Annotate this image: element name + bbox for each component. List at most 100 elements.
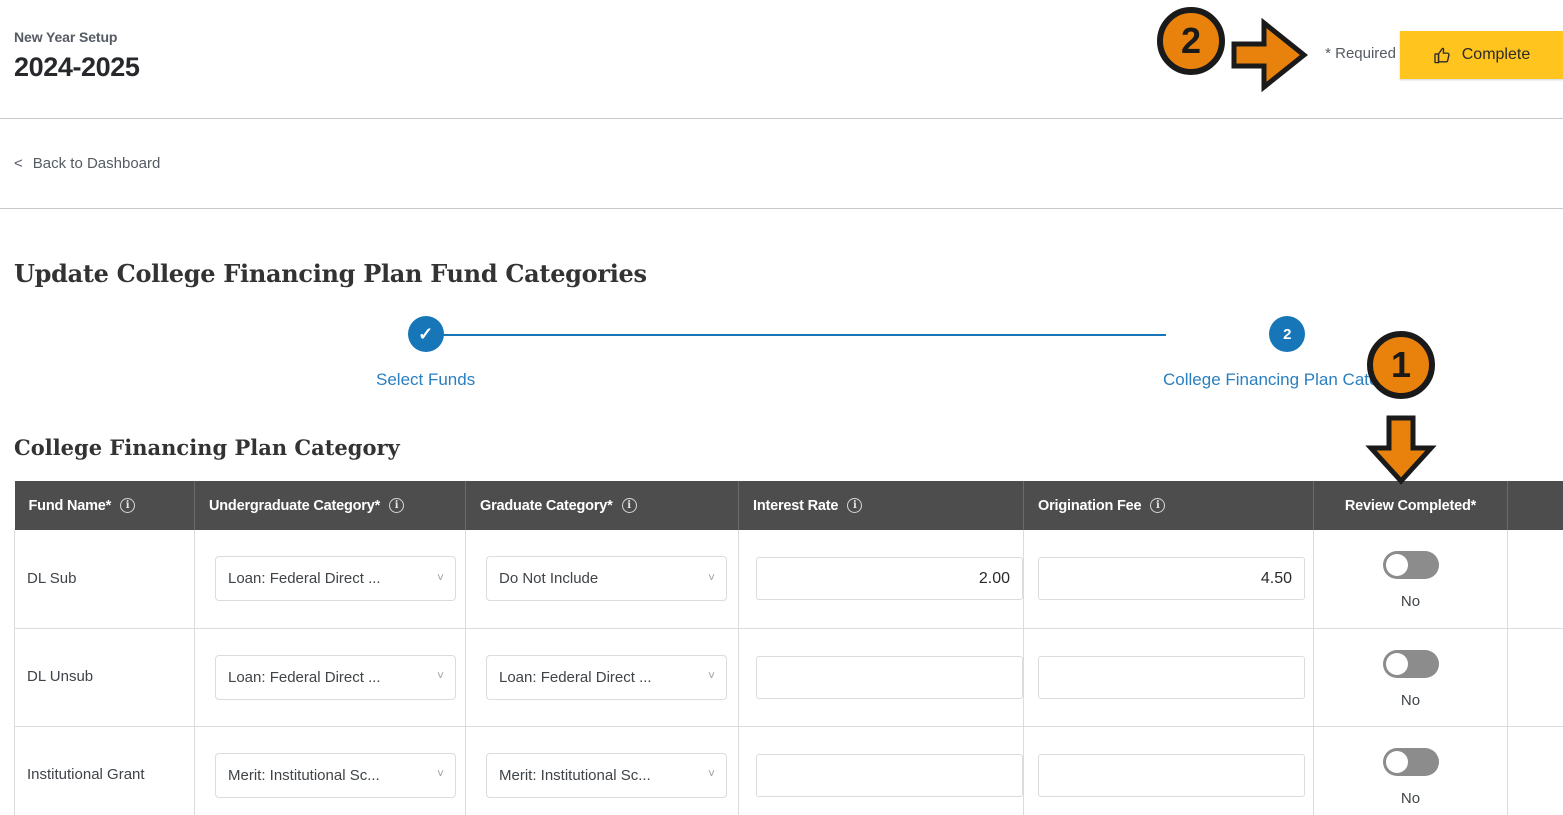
cell-graduate-category: Merit: Institutional Sc... ˅ — [465, 726, 739, 815]
toggle-knob — [1385, 750, 1408, 773]
info-icon[interactable]: i — [621, 498, 637, 513]
annotation-number-2: 2 — [1157, 7, 1225, 75]
cell-origination-fee — [1023, 628, 1314, 727]
info-icon[interactable]: i — [389, 498, 405, 513]
top-header: New Year Setup 2024-2025 * Required Comp… — [0, 0, 1563, 119]
graduate-category-value: Do Not Include — [499, 570, 599, 588]
cell-undergraduate-category: Loan: Federal Direct ... ˅ — [194, 530, 466, 629]
annotation-marker-2: 2 — [1157, 7, 1225, 75]
column-header-fund-name-label: Fund Name* — [28, 497, 112, 514]
column-header-interest-rate-label: Interest Rate — [753, 497, 839, 514]
info-icon[interactable]: i — [120, 498, 136, 513]
chevron-down-icon: ˅ — [707, 668, 715, 683]
graduate-category-value: Merit: Institutional Sc... — [499, 766, 651, 784]
fund-category-table-wrapper: Fund Name* i Undergraduate Category* i G… — [14, 481, 1563, 815]
column-header-interest-rate[interactable]: Interest Rate i — [738, 481, 1024, 530]
cell-graduate-category: Do Not Include ˅ — [465, 530, 739, 629]
origination-fee-input[interactable]: 4.50 — [1038, 557, 1305, 601]
toggle-knob — [1385, 652, 1408, 675]
review-completed-toggle[interactable] — [1382, 747, 1439, 776]
chevron-down-icon: ˅ — [707, 570, 715, 585]
cell-origination-fee: 4.50 — [1023, 530, 1314, 629]
column-header-graduate-category[interactable]: Graduate Category* i — [465, 481, 739, 530]
cell-review-completed: No — [1313, 628, 1508, 727]
cell-graduate-category: Loan: Federal Direct ... ˅ — [465, 628, 739, 727]
column-header-origination-fee-label: Origination Fee — [1038, 497, 1142, 514]
table-row: DL Unsub Loan: Federal Direct ... ˅ Loan… — [14, 628, 1563, 727]
column-header-actions — [1507, 481, 1563, 530]
cell-review-completed: No — [1313, 726, 1508, 815]
stepper-step-1-circle[interactable]: ✓ — [407, 316, 444, 352]
origination-fee-input[interactable] — [1038, 655, 1305, 699]
cell-interest-rate: 2.00 — [738, 530, 1024, 629]
origination-fee-value: 4.50 — [1260, 569, 1292, 587]
undergraduate-category-select[interactable]: Merit: Institutional Sc... ˅ — [215, 752, 456, 798]
review-completed-value: No — [1400, 593, 1421, 611]
toggle-knob — [1385, 554, 1408, 577]
fund-name-value: Institutional Grant — [27, 766, 145, 783]
graduate-category-select[interactable]: Do Not Include ˅ — [486, 556, 727, 602]
annotation-arrow-right-2 — [1230, 17, 1310, 98]
section-heading: College Financing Plan Category — [14, 435, 400, 461]
column-header-fund-name[interactable]: Fund Name* i — [14, 481, 195, 530]
award-year-value: 2024-2025 — [14, 52, 140, 82]
fund-name-value: DL Unsub — [27, 668, 94, 685]
cell-undergraduate-category: Merit: Institutional Sc... ˅ — [194, 726, 466, 815]
column-header-origination-fee[interactable]: Origination Fee i — [1023, 481, 1314, 530]
complete-button[interactable]: Complete — [1400, 31, 1563, 79]
column-header-undergraduate-category-label: Undergraduate Category* — [209, 497, 381, 514]
column-header-review-completed-label: Review Completed* — [1344, 497, 1477, 514]
table-header-row: Fund Name* i Undergraduate Category* i G… — [14, 481, 1563, 530]
interest-rate-input[interactable] — [756, 655, 1023, 699]
cell-fund-name: DL Sub — [14, 530, 195, 629]
stepper-step-select-funds[interactable]: ✓ Select Funds — [376, 316, 475, 390]
stepper-connector-line — [414, 334, 1166, 336]
chevron-down-icon: ˅ — [436, 766, 444, 781]
undergraduate-category-value: Loan: Federal Direct ... — [228, 570, 381, 588]
table-row: DL Sub Loan: Federal Direct ... ˅ Do Not… — [14, 530, 1563, 629]
chevron-down-icon: ˅ — [436, 668, 444, 683]
cell-actions — [1507, 628, 1563, 727]
info-icon[interactable]: i — [1150, 498, 1166, 513]
back-to-dashboard-label: Back to Dashboard — [32, 155, 161, 172]
page-root: New Year Setup 2024-2025 * Required Comp… — [0, 0, 1563, 815]
undergraduate-category-select[interactable]: Loan: Federal Direct ... ˅ — [215, 556, 456, 602]
graduate-category-select[interactable]: Merit: Institutional Sc... ˅ — [486, 752, 727, 798]
cell-interest-rate — [738, 628, 1024, 727]
table-body: DL Sub Loan: Federal Direct ... ˅ Do Not… — [14, 530, 1563, 815]
review-completed-value: No — [1400, 691, 1421, 709]
required-note: * Required — [1325, 45, 1396, 62]
undergraduate-category-value: Merit: Institutional Sc... — [228, 766, 380, 784]
cell-origination-fee — [1023, 726, 1314, 815]
undergraduate-category-select[interactable]: Loan: Federal Direct ... ˅ — [215, 654, 456, 700]
cell-undergraduate-category: Loan: Federal Direct ... ˅ — [194, 628, 466, 727]
review-completed-toggle[interactable] — [1382, 551, 1439, 580]
complete-button-label: Complete — [1461, 46, 1531, 63]
progress-stepper: ✓ Select Funds 2 College Financing Plan … — [0, 316, 1563, 396]
back-to-dashboard-link[interactable]: < Back to Dashboard — [14, 155, 160, 172]
cell-fund-name: Institutional Grant — [14, 726, 195, 815]
origination-fee-input[interactable] — [1038, 753, 1305, 797]
interest-rate-input[interactable] — [756, 753, 1023, 797]
chevron-down-icon: ˅ — [707, 766, 715, 781]
graduate-category-select[interactable]: Loan: Federal Direct ... ˅ — [486, 654, 727, 700]
cell-fund-name: DL Unsub — [14, 628, 195, 727]
stepper-step-1-label[interactable]: Select Funds — [376, 370, 475, 390]
column-header-undergraduate-category[interactable]: Undergraduate Category* i — [194, 481, 466, 530]
table-header: Fund Name* i Undergraduate Category* i G… — [14, 481, 1563, 530]
stepper-step-2-circle[interactable]: 2 — [1269, 316, 1306, 352]
thumbs-up-icon — [1433, 46, 1452, 65]
table-row: Institutional Grant Merit: Institutional… — [14, 726, 1563, 815]
chevron-left-icon: < — [14, 155, 23, 172]
review-completed-toggle[interactable] — [1382, 649, 1439, 678]
check-icon: ✓ — [418, 324, 434, 344]
undergraduate-category-value: Loan: Federal Direct ... — [228, 668, 381, 686]
info-icon[interactable]: i — [847, 498, 863, 513]
new-year-setup-label: New Year Setup — [14, 29, 118, 45]
chevron-down-icon: ˅ — [436, 570, 444, 585]
annotation-number-1: 1 — [1367, 331, 1435, 399]
column-header-graduate-category-label: Graduate Category* — [480, 497, 613, 514]
fund-category-table: Fund Name* i Undergraduate Category* i G… — [14, 481, 1563, 815]
cell-interest-rate — [738, 726, 1024, 815]
interest-rate-input[interactable]: 2.00 — [756, 557, 1023, 601]
